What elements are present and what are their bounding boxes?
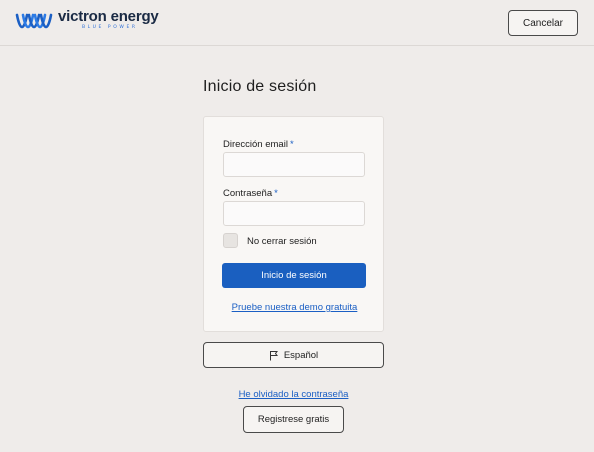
cancel-button[interactable]: Cancelar (508, 10, 578, 36)
email-required-marker: * (289, 139, 294, 150)
forgot-password-link[interactable]: He olvidado la contraseña (203, 389, 384, 400)
password-field[interactable] (223, 201, 365, 226)
free-demo-link[interactable]: Pruebe nuestra demo gratuita (204, 302, 385, 313)
login-submit-button[interactable]: Inicio de sesión (222, 263, 366, 288)
register-button[interactable]: Registrese gratis (243, 406, 344, 433)
email-label: Dirección email * (223, 139, 294, 150)
victron-logo-icon (15, 13, 53, 29)
remember-me-label[interactable]: No cerrar sesión (247, 236, 317, 247)
top-bar: victron energy BLUE POWER Cancelar (0, 0, 594, 46)
language-label: Español (283, 349, 319, 361)
language-selector-button[interactable]: Español (203, 342, 384, 368)
flag-icon (269, 350, 278, 360)
login-card: Dirección email * Contraseña * No cerrar s… (203, 116, 384, 332)
email-label-text: Dirección email (223, 139, 288, 150)
password-required-marker: * (274, 188, 278, 199)
remember-me-checkbox[interactable] (223, 233, 238, 248)
password-label: Contraseña * (223, 188, 278, 199)
brand-tagline: BLUE POWER (82, 25, 138, 30)
victron-logo[interactable]: victron energy BLUE POWER (14, 9, 159, 37)
password-label-text: Contraseña (223, 188, 273, 199)
brand-name: victron energy (58, 8, 159, 25)
page-title: Inicio de sesión (203, 78, 317, 95)
email-field[interactable] (223, 152, 365, 177)
